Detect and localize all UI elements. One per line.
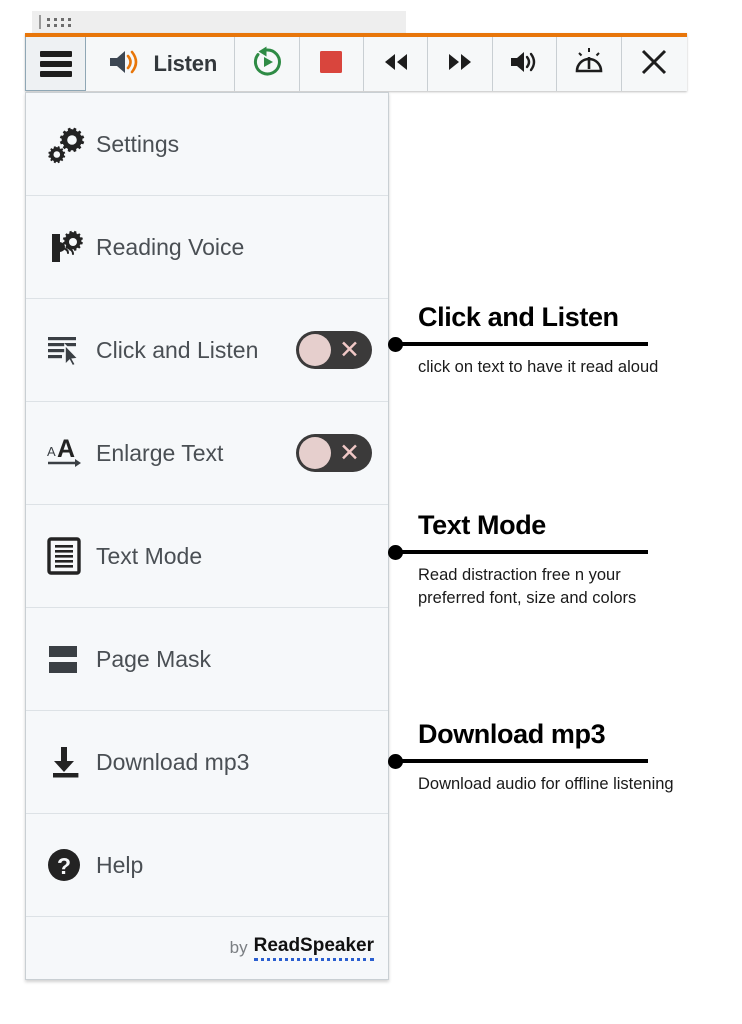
listen-label: Listen	[153, 51, 218, 76]
menu-item-text-mode[interactable]: Text Mode	[26, 505, 388, 608]
annotation-title: Text Mode	[418, 510, 546, 540]
menu-item-click-and-listen[interactable]: Click and Listen ✕	[26, 299, 388, 402]
enlarge-text-icon: A A	[46, 435, 96, 471]
menu-item-reading-voice[interactable]: Reading Voice	[26, 196, 388, 299]
menu-item-label: Click and Listen	[96, 336, 259, 363]
annotation-download-mp3: Download mp3 Download audio for offline …	[388, 720, 728, 796]
rewind-button[interactable]	[363, 37, 429, 91]
click-and-listen-toggle[interactable]: ✕	[296, 331, 372, 369]
drag-grip[interactable]	[32, 11, 406, 33]
speaking-head-gear-icon	[46, 226, 96, 268]
svg-text:A: A	[47, 444, 56, 459]
page-mask-icon	[46, 641, 96, 677]
menu-item-page-mask[interactable]: Page Mask	[26, 608, 388, 711]
speaker-sound-icon	[107, 47, 143, 82]
speed-gauge-icon	[573, 47, 605, 82]
readspeaker-toolbar: Listen	[25, 33, 687, 91]
download-icon	[46, 743, 96, 781]
menu-toggle-button[interactable]	[25, 37, 87, 91]
question-mark-icon: ?	[46, 846, 96, 884]
drag-grip-dots	[47, 17, 71, 27]
svg-text:A: A	[57, 435, 75, 463]
stop-square-icon	[318, 49, 344, 80]
forward-icon	[445, 51, 475, 78]
gears-icon	[46, 123, 96, 165]
stop-button[interactable]	[299, 37, 364, 91]
readspeaker-brand-link[interactable]: ReadSpeaker	[253, 935, 374, 961]
forward-button[interactable]	[428, 37, 493, 91]
menu-item-label: Page Mask	[96, 645, 212, 672]
annotation-line	[395, 550, 648, 555]
menu-footer: by ReadSpeaker	[26, 917, 388, 979]
speed-button[interactable]	[557, 37, 622, 91]
annotation-click-and-listen: Click and Listen click on text to have i…	[388, 303, 728, 379]
settings-menu-panel: Settings Reading Voice Click and Listen …	[25, 92, 389, 980]
hamburger-icon	[39, 50, 72, 77]
annotation-title: Download mp3	[418, 719, 606, 749]
text-cursor-icon	[46, 333, 96, 367]
toggle-knob	[299, 334, 331, 366]
rewind-icon	[381, 51, 411, 78]
annotation-line	[395, 759, 648, 764]
menu-item-help[interactable]: ? Help	[26, 814, 388, 917]
menu-item-label: Text Mode	[96, 542, 203, 569]
volume-button[interactable]	[492, 37, 558, 91]
drag-grip-bar	[39, 15, 41, 29]
toggle-off-icon: ✕	[339, 438, 360, 467]
restart-button[interactable]	[235, 37, 300, 91]
close-button[interactable]	[621, 37, 687, 91]
annotation-leader-line	[388, 335, 728, 353]
close-x-icon	[640, 48, 668, 81]
menu-item-settings[interactable]: Settings	[26, 93, 388, 196]
toggle-off-icon: ✕	[339, 335, 360, 364]
annotation-leader-line	[388, 752, 728, 770]
menu-item-download-mp3[interactable]: Download mp3	[26, 711, 388, 814]
menu-item-label: Help	[96, 851, 144, 878]
document-lines-icon	[46, 537, 96, 575]
annotation-leader-line	[388, 543, 728, 561]
enlarge-text-toggle[interactable]: ✕	[296, 434, 372, 472]
annotation-title: Click and Listen	[418, 302, 619, 332]
volume-icon	[508, 48, 540, 81]
menu-item-label: Reading Voice	[96, 233, 245, 260]
footer-by-label: by	[229, 938, 248, 957]
menu-item-label: Settings	[96, 130, 180, 157]
annotation-line	[395, 342, 648, 347]
menu-item-enlarge-text[interactable]: A A Enlarge Text ✕	[26, 402, 388, 505]
listen-button[interactable]: Listen	[86, 37, 236, 91]
toggle-knob	[299, 437, 331, 469]
menu-item-label: Enlarge Text	[96, 439, 224, 466]
annotation-description: Read distraction free n your preferred f…	[418, 566, 637, 607]
annotation-description: click on text to have it read aloud	[418, 358, 659, 377]
restart-play-icon	[251, 46, 283, 83]
menu-item-label: Download mp3	[96, 748, 250, 775]
annotation-text-mode: Text Mode Read distraction free n your p…	[388, 511, 728, 609]
annotation-description: Download audio for offline listening	[418, 775, 674, 794]
svg-text:?: ?	[57, 853, 71, 879]
